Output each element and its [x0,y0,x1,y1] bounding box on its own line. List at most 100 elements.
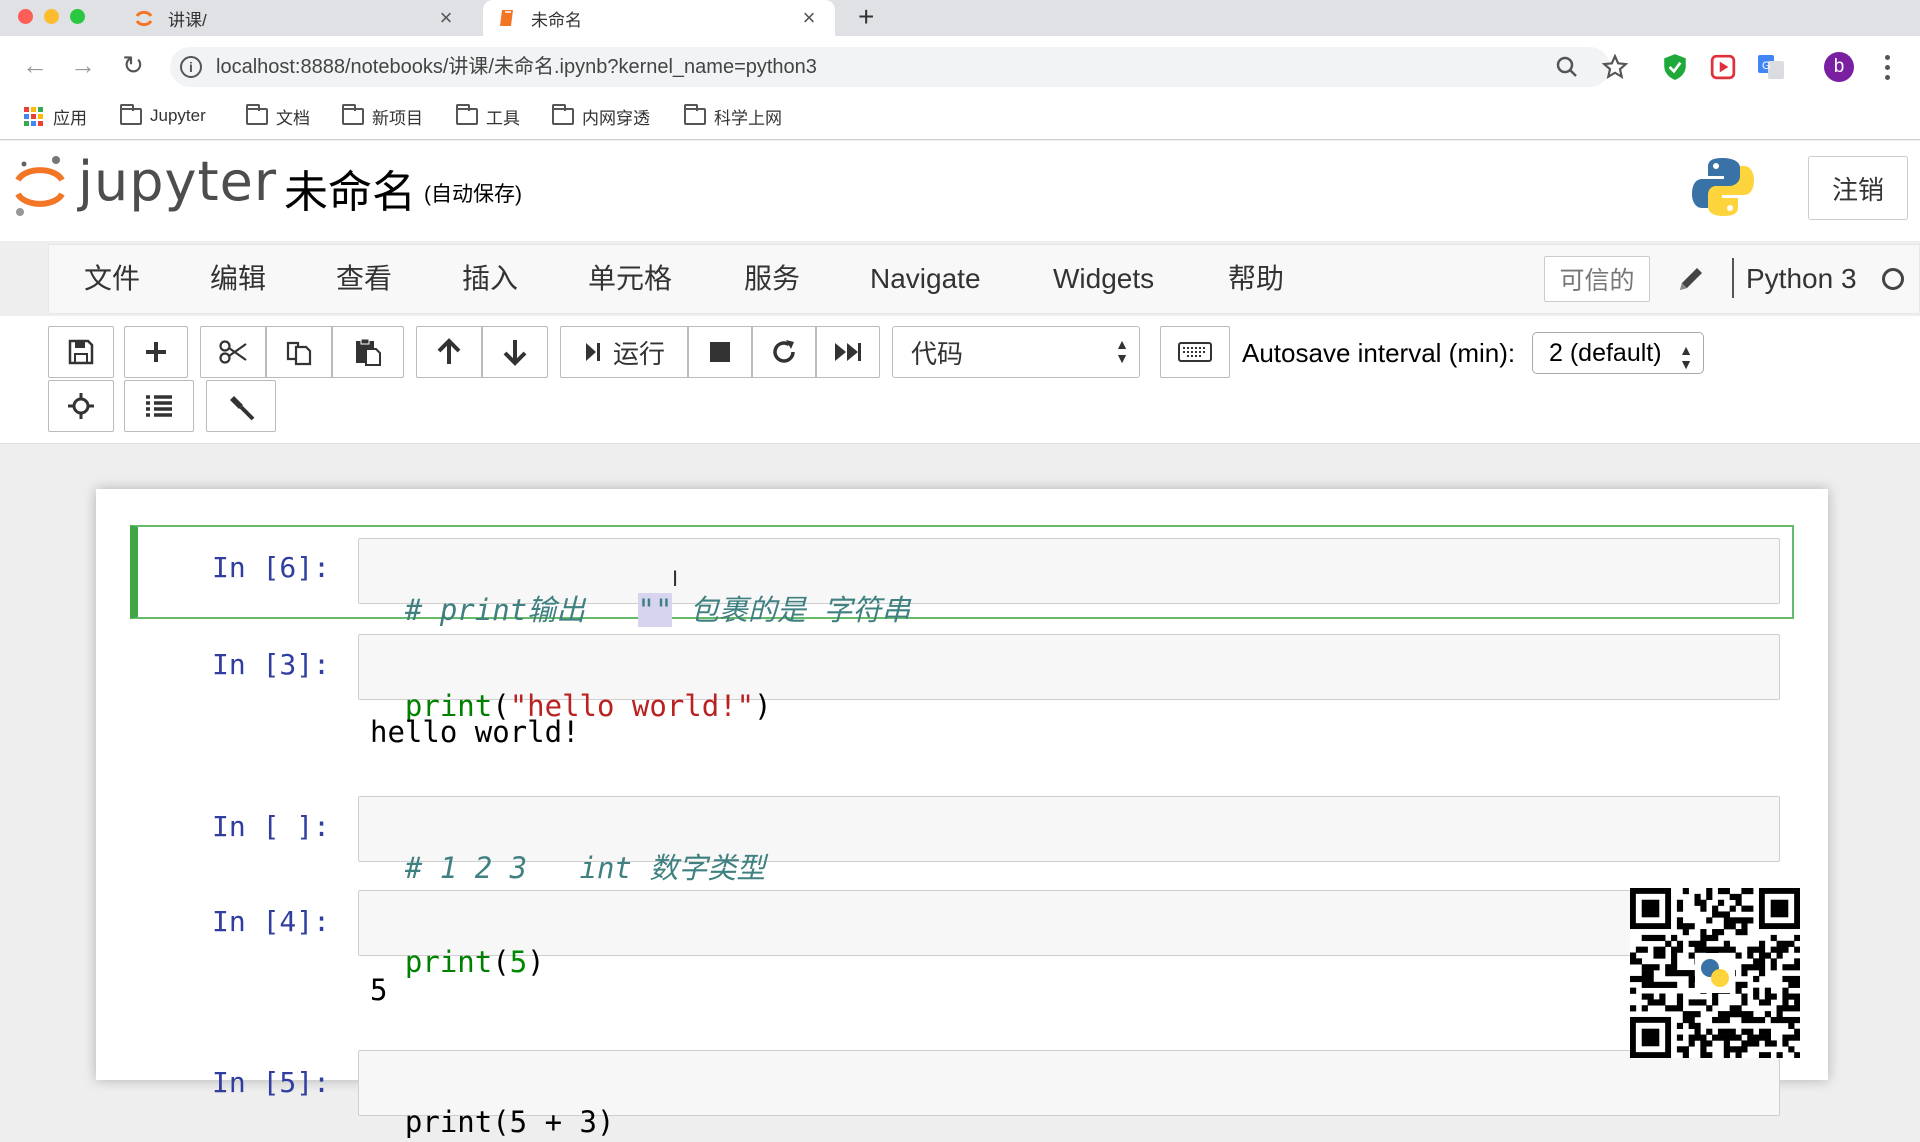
shield-extension-icon[interactable] [1660,52,1690,82]
run-button[interactable]: 运行 [560,326,688,378]
code-input[interactable] [358,890,1780,956]
text-cursor-icon: I [672,566,679,591]
save-icon [68,339,94,365]
autosave-status: (自动保存) [424,183,522,206]
cell-type-select[interactable]: 代码 ▲ ▼ [892,326,1140,378]
code-paren: ) [754,689,772,723]
folder-icon [342,103,364,125]
notebook-title[interactable]: 未命名 [284,156,416,220]
code-partial: print(5 + 3) [404,1105,615,1139]
forward-arrow-icon[interactable]: → [68,50,98,80]
menu-navigate[interactable]: Navigate [870,262,981,296]
reload-icon[interactable]: ↻ [118,50,148,80]
tab-close-icon[interactable]: × [797,5,821,31]
autosave-interval-value: 2 (default) [1549,338,1662,367]
browser-menu-icon[interactable] [1882,52,1892,82]
svg-text:G: G [1762,60,1771,72]
kernel-name[interactable]: Python 3 [1746,262,1857,296]
paste-button[interactable] [332,326,404,378]
edit-pencil-icon[interactable] [1676,264,1706,299]
plus-icon [146,342,166,362]
qr-code-image [1630,888,1801,1059]
bookmark-folder[interactable]: 文档 [246,102,310,130]
copy-button[interactable] [266,326,332,378]
bookmark-star-icon[interactable] [1600,52,1630,82]
code-line: # 1 2 3 int 数字类型 [370,808,765,888]
scissors-icon [219,340,247,364]
bookmark-folder[interactable]: 科学上网 [684,102,782,130]
cell-prompt: In [ ]: [212,810,331,843]
bookmark-apps[interactable]: 应用 [24,102,87,130]
save-button[interactable] [48,326,114,378]
move-down-button[interactable] [482,326,548,378]
move-up-button[interactable] [416,326,482,378]
window-zoom-button[interactable] [70,9,85,24]
code-comment: # print输出 [404,593,638,627]
tab-close-icon[interactable]: × [434,5,458,31]
bookmark-label: 工具 [486,108,520,128]
code-selection: "" [637,593,673,627]
table-of-contents-button[interactable] [124,380,194,432]
bookmark-label: 应用 [53,108,87,128]
menu-file[interactable]: 文件 [84,262,140,296]
autosave-interval-select[interactable]: 2 (default) ▲ ▼ [1532,332,1704,374]
bookmark-label: Jupyter [150,106,206,125]
info-icon[interactable]: i [180,56,202,78]
url-text[interactable]: localhost:8888/notebooks/讲课/未命名.ipynb?ke… [216,53,817,81]
run-label: 运行 [612,338,665,369]
zoom-icon[interactable] [1552,52,1582,82]
menu-insert[interactable]: 插入 [462,262,518,296]
restart-run-all-button[interactable] [816,326,880,378]
kernel-idle-indicator-icon [1882,268,1904,290]
logout-button[interactable]: 注销 [1808,156,1908,220]
code-line: print(5 + 3) [370,1062,615,1142]
fast-forward-icon [835,343,861,361]
step-forward-icon [585,343,600,361]
command-palette-button[interactable] [1160,326,1230,378]
folder-icon [684,103,706,125]
jupyter-favicon-icon [134,8,154,28]
stop-icon [710,342,730,362]
menu-view[interactable]: 查看 [336,262,392,296]
folder-icon [552,103,574,125]
window-close-button[interactable] [18,9,33,24]
tab-title: 讲课/ [168,10,207,30]
window-minimize-button[interactable] [44,9,59,24]
insert-cell-button[interactable] [124,326,188,378]
bookmark-folder[interactable]: Jupyter [120,102,206,130]
trusted-indicator[interactable]: 可信的 [1544,256,1650,302]
translate-extension-icon[interactable]: G [1756,52,1786,82]
menu-edit[interactable]: 编辑 [210,262,266,296]
jupyter-logo-icon[interactable] [12,154,68,225]
bookmark-label: 内网穿透 [582,108,650,128]
browser-tab-inactive[interactable]: 讲课/ × [120,0,472,36]
code-line: print(5) [370,902,545,982]
bookmark-label: 科学上网 [714,108,782,128]
bookmark-folder[interactable]: 工具 [456,102,520,130]
keyboard-icon [1178,342,1212,362]
jupyter-logo-text[interactable]: jupyter [78,150,277,213]
bookmark-folder[interactable]: 内网穿透 [552,102,650,130]
new-tab-button[interactable]: + [858,0,874,36]
back-arrow-icon[interactable]: ← [20,50,50,80]
menu-widgets[interactable]: Widgets [1053,262,1154,296]
cut-button[interactable] [200,326,266,378]
move-selection-button[interactable] [48,380,114,432]
folder-icon [246,103,268,125]
menu-cell[interactable]: 单元格 [588,262,672,296]
menu-help[interactable]: 帮助 [1228,262,1284,296]
profile-avatar[interactable]: b [1824,52,1854,82]
kernel-divider [1732,258,1734,298]
folder-icon [120,103,142,125]
autosave-interval-label: Autosave interval (min): [1242,338,1516,368]
code-number: 5 [509,945,528,979]
menu-kernel[interactable]: 服务 [744,262,800,296]
bookmark-folder[interactable]: 新项目 [342,102,423,130]
nbextension-gavel-button[interactable] [206,380,276,432]
cell-output: 5 [370,973,388,1007]
restart-kernel-button[interactable] [752,326,816,378]
cell-type-value: 代码 [911,338,964,369]
video-extension-icon[interactable] [1708,52,1738,82]
interrupt-kernel-button[interactable] [688,326,752,378]
browser-tab-active[interactable]: 未命名 × [483,0,835,36]
